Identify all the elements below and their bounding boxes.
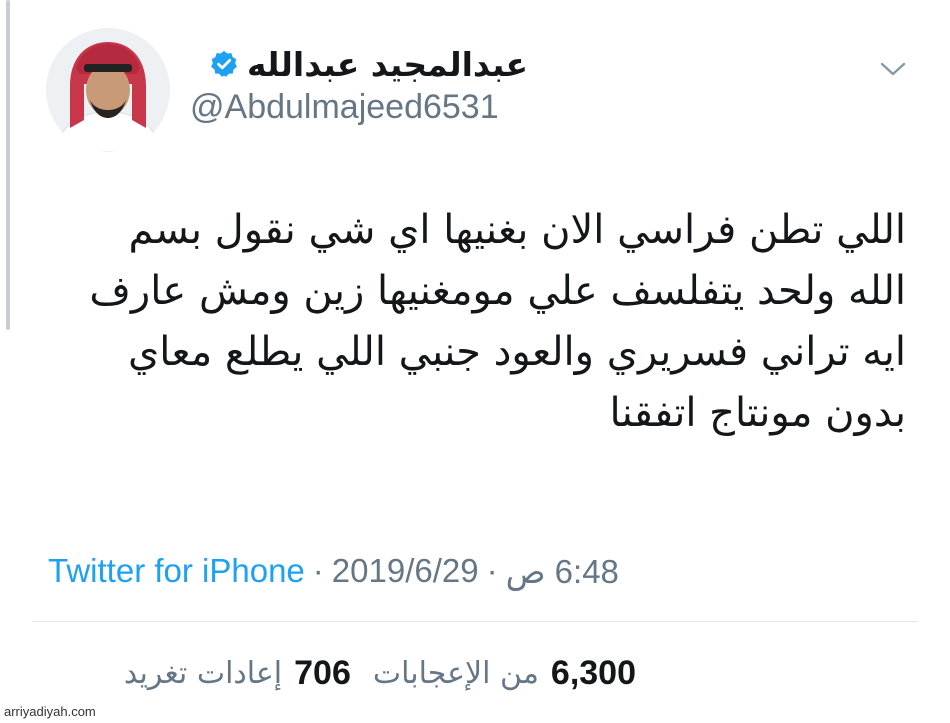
tweet-text-line: الله ولحد يتفلسف علي مومغنيها زين ومش عا… — [89, 268, 906, 314]
display-name-row[interactable]: عبدالمجيد عبدالله — [209, 40, 528, 88]
meta-separator: · — [486, 552, 498, 589]
likes-count: 6,300 — [550, 653, 636, 692]
tweet-date[interactable]: 2019/6/29 — [332, 552, 479, 590]
tweet-text: اللي تطن فراسي الان بغنيها اي شي نقول بس… — [40, 200, 906, 444]
scroll-indicator[interactable] — [6, 0, 10, 330]
retweets-count: 706 — [294, 653, 351, 692]
likes-stat[interactable]: 6,300 من الإعجابات — [373, 654, 636, 693]
retweets-stat[interactable]: 706 إعادات تغريد — [124, 654, 351, 693]
meta-separator: · — [312, 552, 324, 589]
divider — [32, 621, 918, 622]
display-name[interactable]: عبدالمجيد عبدالله — [247, 45, 528, 84]
watermark: arriyadiyah.com — [4, 704, 96, 719]
chevron-down-icon[interactable] — [876, 52, 910, 86]
verified-badge-icon — [211, 50, 237, 77]
tweet-stats: 6,300 من الإعجابات 706 إعادات تغريد — [60, 648, 636, 698]
tweet-text-line: ايه تراني فسريري والعود جنبي اللي يطلع م… — [127, 329, 906, 375]
tweet-text-line: بدون مونتاج اتفقنا — [609, 390, 906, 436]
tweet-header: عبدالمجيد عبدالله @Abdulmajeed6531 — [190, 40, 540, 140]
likes-label: من الإعجابات — [372, 655, 539, 691]
source-link[interactable]: Twitter for iPhone — [48, 552, 305, 590]
retweets-label: إعادات تغريد — [123, 655, 283, 691]
tweet-time[interactable]: 6:48 ص — [506, 552, 619, 591]
tweet-text-line: اللي تطن فراسي الان بغنيها اي شي نقول بس… — [128, 207, 906, 253]
avatar-image — [46, 28, 170, 152]
tweet-meta: Twitter for iPhone · 2019/6/29 · 6:48 ص — [48, 548, 619, 594]
avatar[interactable] — [46, 28, 170, 152]
user-handle[interactable]: @Abdulmajeed6531 — [190, 88, 499, 127]
